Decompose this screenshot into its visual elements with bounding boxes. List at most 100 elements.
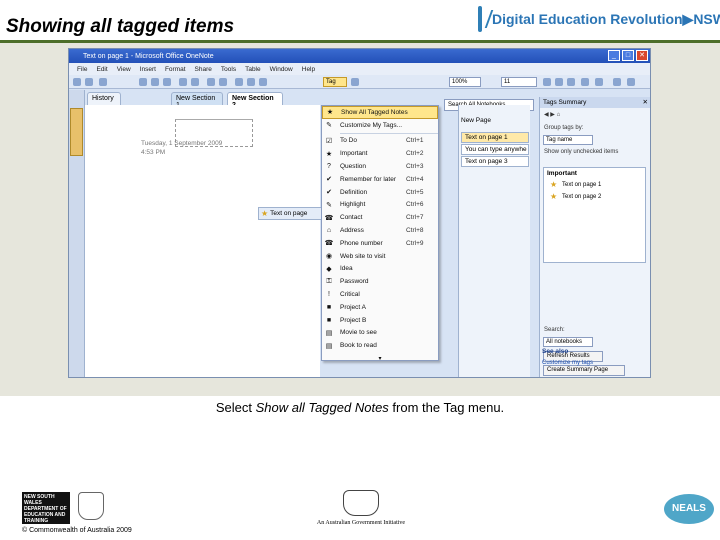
new-page-button[interactable]: New Page [461, 117, 491, 124]
numbering-icon[interactable] [627, 78, 635, 86]
copy-icon[interactable] [151, 78, 159, 86]
tag-icon: ! [328, 291, 330, 299]
italic-icon[interactable] [555, 78, 563, 86]
window-title: Text on page 1 - Microsoft Office OneNot… [83, 52, 214, 60]
menu-view[interactable]: View [117, 66, 131, 73]
caption-emphasis: Show all Tagged Notes [255, 400, 389, 415]
menu-help[interactable]: Help [302, 66, 315, 73]
font-color-icon[interactable] [595, 78, 603, 86]
tag-menu-label: Contact [340, 214, 363, 222]
menu-format[interactable]: Format [165, 66, 186, 73]
menu-tools[interactable]: Tools [221, 66, 236, 73]
forward-icon[interactable] [85, 78, 93, 86]
tag-icon: ■ [326, 316, 332, 324]
highlight-icon[interactable] [581, 78, 589, 86]
tagged-note-container[interactable]: ★ Text on page [258, 207, 323, 220]
caption-text-post: from the Tag menu. [388, 400, 505, 415]
close-pane-icon[interactable]: ✕ [643, 97, 648, 108]
tag-group-important[interactable]: Important [544, 168, 645, 179]
menu-bar: File Edit View Insert Format Share Tools… [69, 63, 650, 75]
shortcut-key: Ctrl+1 [406, 137, 424, 145]
tag-menu-item[interactable]: ■ Project B [322, 314, 438, 327]
menu-separator [340, 132, 438, 134]
search-scope-select[interactable]: All notebooks [543, 337, 593, 347]
tag-menu-item[interactable]: ! Critical [322, 288, 438, 301]
tagged-note-text: Text on page [270, 210, 308, 217]
page-tab-2[interactable]: You can type anywhe [461, 144, 529, 155]
zoom-field[interactable]: 100% [449, 77, 481, 87]
tag-menu-label: Phone number [340, 239, 383, 247]
minimize-button[interactable]: _ [608, 50, 620, 61]
tag-entry[interactable]: ★ Text on page 1 [544, 179, 645, 191]
undo-icon[interactable] [207, 78, 215, 86]
tag-menu-item[interactable]: ☎ Phone number Ctrl+9 [322, 237, 438, 250]
history-notebook-tab[interactable] [70, 108, 83, 156]
bullets-icon[interactable] [613, 78, 621, 86]
underline-icon[interactable] [567, 78, 575, 86]
australian-government-logo: An Australian Government Initiative [306, 490, 416, 530]
menu-share[interactable]: Share [195, 66, 212, 73]
tab-new-section-2[interactable]: New Section 2 [227, 92, 283, 109]
print-icon[interactable] [247, 78, 255, 86]
tag-menu-item[interactable]: ★ Show All Tagged Notes [322, 106, 438, 119]
pen-icon[interactable] [179, 78, 187, 86]
show-unchecked-checkbox[interactable]: Show only unchecked items [544, 149, 618, 155]
navigation-bar [69, 90, 85, 377]
tag-menu-item[interactable]: ◆ Idea [322, 263, 438, 276]
font-size-field[interactable]: 11 [501, 77, 537, 87]
tag-icon: ✎ [326, 122, 332, 130]
tag-menu-item[interactable]: ✎ Customize My Tags... [322, 119, 438, 132]
group-by-select[interactable]: Tag name [543, 135, 593, 145]
menu-file[interactable]: File [77, 66, 87, 73]
tag-menu-label: Web site to visit [340, 252, 386, 260]
tag-menu-item[interactable]: ■ Project A [322, 301, 438, 314]
redo-icon[interactable] [219, 78, 227, 86]
tag-menu-item[interactable]: ⌂ Address Ctrl+8 [322, 224, 438, 237]
caption-text-pre: Select [215, 400, 256, 415]
menu-insert[interactable]: Insert [140, 66, 156, 73]
tag-menu-item[interactable]: ⚿ Password [322, 275, 438, 288]
cut-icon[interactable] [139, 78, 147, 86]
page-tab-1[interactable]: Text on page 1 [461, 132, 529, 143]
tag-menu-item[interactable]: ? Question Ctrl+3 [322, 160, 438, 173]
task-icon[interactable] [351, 78, 359, 86]
coat-of-arms-icon [343, 490, 379, 516]
tag-menu-item[interactable]: ☎ Contact Ctrl+7 [322, 211, 438, 224]
tag-menu-item[interactable]: ▤ Book to read [322, 339, 438, 352]
close-button[interactable]: ✕ [636, 50, 648, 61]
tag-menu-label: Remember for later [340, 175, 396, 183]
create-summary-page-button[interactable]: Create Summary Page [543, 365, 625, 376]
tag-menu-label: Project A [340, 303, 367, 311]
tab-history[interactable]: History [87, 92, 121, 105]
paste-icon[interactable] [163, 78, 171, 86]
tag-entry[interactable]: ★ Text on page 2 [544, 191, 645, 203]
tag-menu-item[interactable]: ✔ Definition Ctrl+5 [322, 186, 438, 199]
menu-window[interactable]: Window [270, 66, 293, 73]
tag-entry-text: Text on page 1 [562, 182, 602, 188]
tag-menu-item[interactable]: ◉ Web site to visit [322, 250, 438, 263]
tab-new-section-1[interactable]: New Section 1 [171, 92, 223, 109]
tag-menu-item[interactable]: ★ Important Ctrl+2 [322, 147, 438, 160]
bold-icon[interactable] [543, 78, 551, 86]
task-pane-header: Tags Summary ✕ [540, 97, 650, 108]
page-time: 4:53 PM [141, 149, 166, 156]
page-tab-3[interactable]: Text on page 3 [461, 156, 529, 167]
tag-menu-item[interactable]: ✎ Highlight Ctrl+6 [322, 199, 438, 212]
expand-menu-chevron[interactable]: ▾ [322, 352, 438, 365]
pane-nav-icons[interactable]: ◀ ▶ ⌂ [544, 111, 560, 118]
refresh-results-button[interactable]: Refresh Results [543, 351, 603, 362]
menu-table[interactable]: Table [245, 66, 261, 73]
menu-edit[interactable]: Edit [96, 66, 107, 73]
eraser-icon[interactable] [191, 78, 199, 86]
spell-check-icon[interactable] [259, 78, 267, 86]
page-canvas[interactable]: Tuesday, 1 September 2009 4:53 PM ★ Text… [85, 105, 323, 377]
tag-menu-item[interactable]: ▤ Movie to see [322, 327, 438, 340]
back-icon[interactable] [73, 78, 81, 86]
new-icon[interactable] [99, 78, 107, 86]
tag-menu-item[interactable]: ✔ Remember for later Ctrl+4 [322, 173, 438, 186]
maximize-button[interactable]: □ [622, 50, 634, 61]
format-painter-icon[interactable] [235, 78, 243, 86]
tag-menu-item[interactable]: ☑ To Do Ctrl+1 [322, 135, 438, 148]
dept-logo-text: NEW SOUTH WALES DEPARTMENT OF EDUCATION … [22, 492, 70, 524]
tag-button[interactable]: Tag [323, 77, 347, 87]
